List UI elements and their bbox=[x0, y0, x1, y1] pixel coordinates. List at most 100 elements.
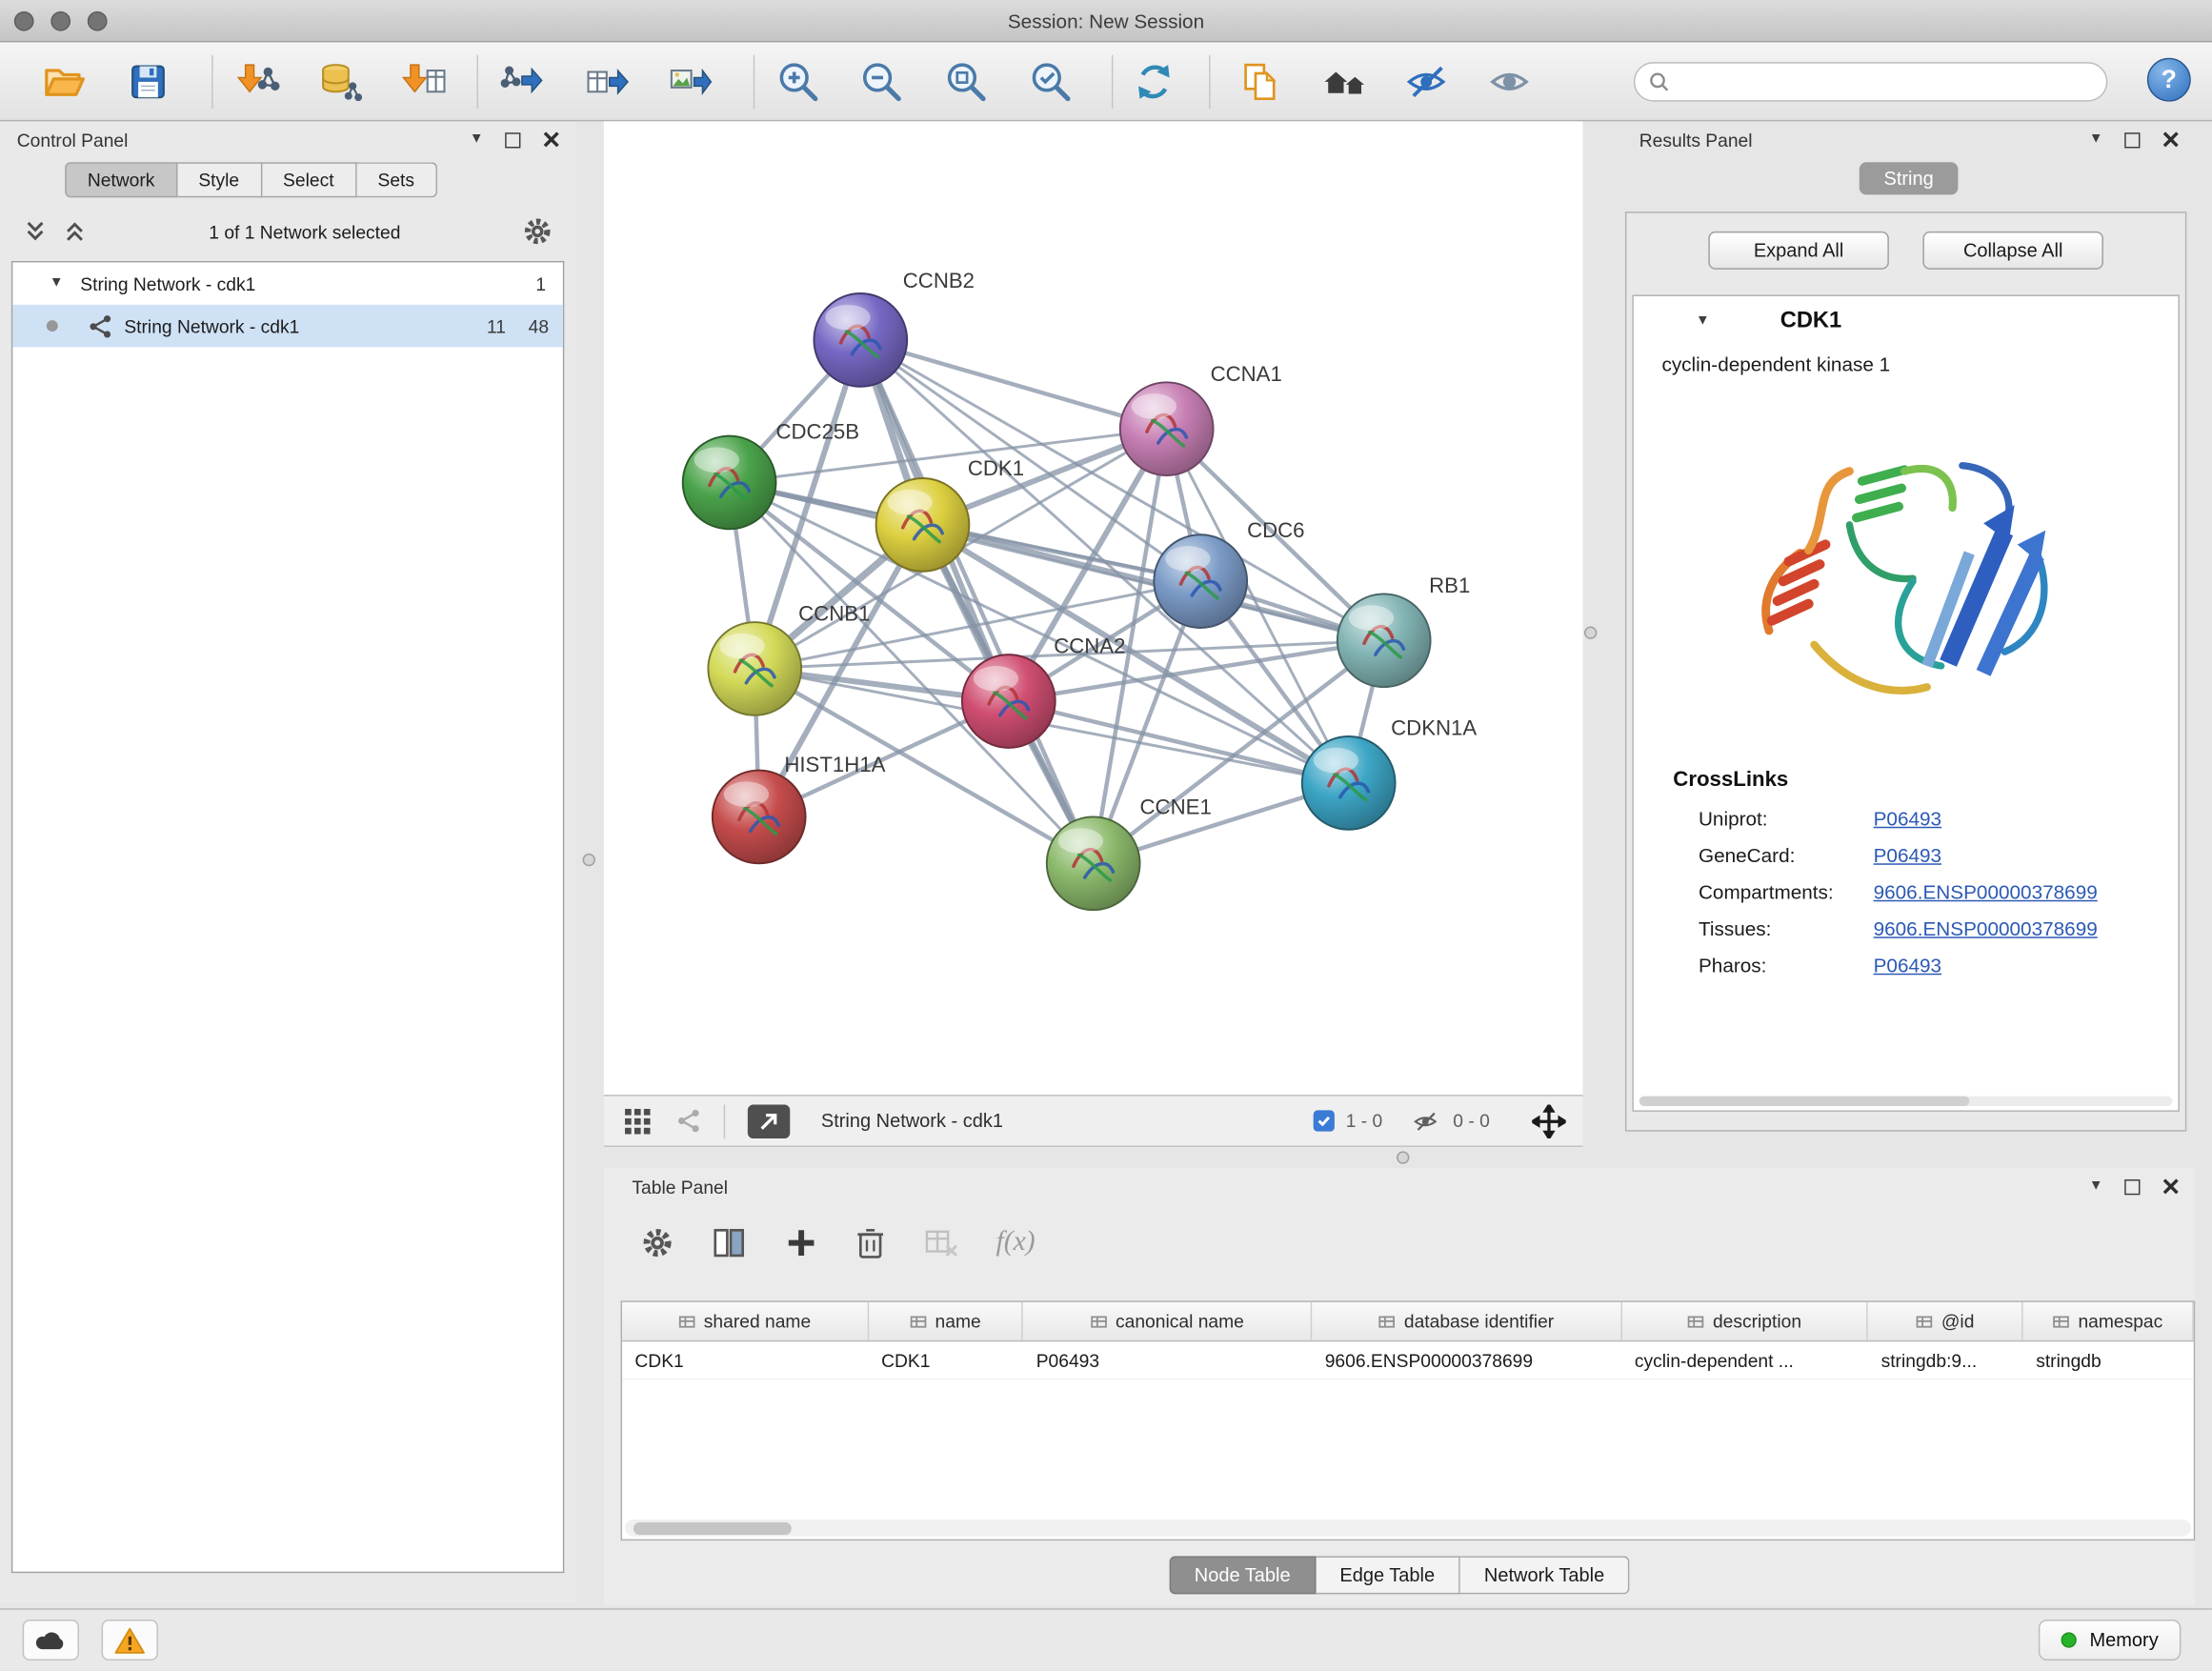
column-header-database-identifier[interactable]: database identifier bbox=[1312, 1302, 1621, 1340]
table-cell[interactable]: 9606.ENSP00000378699 bbox=[1312, 1349, 1621, 1370]
import-network-from-database-button[interactable] bbox=[312, 55, 365, 109]
zoom-fit-button[interactable] bbox=[939, 55, 993, 109]
warnings-button[interactable] bbox=[102, 1620, 158, 1661]
minimize-window-button[interactable] bbox=[50, 11, 70, 31]
selected-checkbox-icon[interactable] bbox=[1314, 1110, 1335, 1131]
scrollbar-thumb[interactable] bbox=[633, 1521, 792, 1534]
column-header--id[interactable]: @id bbox=[1868, 1302, 2023, 1340]
float-panel-icon[interactable] bbox=[2124, 131, 2140, 147]
delete-column-icon[interactable] bbox=[855, 1225, 886, 1259]
import-network-from-file-button[interactable] bbox=[230, 55, 283, 109]
tab-select[interactable]: Select bbox=[262, 162, 356, 197]
zoom-in-button[interactable] bbox=[772, 55, 825, 109]
cloud-button[interactable] bbox=[23, 1620, 79, 1661]
memory-button[interactable]: Memory bbox=[2039, 1620, 2181, 1661]
network-node-CDC6[interactable] bbox=[1154, 534, 1247, 628]
bottom-splitter-handle[interactable] bbox=[1397, 1151, 1409, 1163]
share-icon[interactable] bbox=[677, 1109, 701, 1133]
show-details-button[interactable] bbox=[1484, 55, 1538, 109]
crosslink-value-link[interactable]: 9606.ENSP00000378699 bbox=[1874, 917, 2098, 940]
grid-icon[interactable] bbox=[624, 1107, 653, 1136]
network-node-CDC25B[interactable] bbox=[683, 436, 776, 530]
table-cell[interactable]: cyclin-dependent ... bbox=[1622, 1349, 1869, 1370]
export-network-button[interactable] bbox=[495, 55, 549, 109]
expand-all-icon[interactable] bbox=[62, 219, 88, 245]
results-horizontal-scrollbar[interactable] bbox=[1639, 1097, 2173, 1106]
expand-all-button[interactable]: Expand All bbox=[1708, 232, 1889, 270]
select-columns-icon[interactable] bbox=[711, 1225, 748, 1259]
scrollbar-thumb[interactable] bbox=[1639, 1097, 1970, 1106]
open-session-button[interactable] bbox=[37, 55, 90, 109]
network-node-HIST1H1A[interactable] bbox=[713, 771, 806, 864]
table-row[interactable]: CDK1CDK1P064939606.ENSP00000378699cyclin… bbox=[622, 1341, 2194, 1379]
left-splitter-handle[interactable] bbox=[583, 854, 595, 866]
help-button[interactable]: ? bbox=[2147, 58, 2191, 102]
home-button[interactable] bbox=[1317, 55, 1371, 109]
table-cell[interactable]: stringdb bbox=[2023, 1349, 2194, 1370]
delete-table-icon[interactable] bbox=[922, 1225, 959, 1259]
tree-expand-icon[interactable]: ▼ bbox=[50, 276, 64, 291]
crosslink-value-link[interactable]: 9606.ENSP00000378699 bbox=[1874, 880, 2098, 903]
tab-string[interactable]: String bbox=[1860, 162, 1958, 194]
close-window-button[interactable] bbox=[14, 11, 34, 31]
tab-node-table[interactable]: Node Table bbox=[1169, 1556, 1316, 1594]
export-table-button[interactable] bbox=[580, 55, 633, 109]
network-row-selected[interactable]: String Network - cdk1 11 48 bbox=[12, 305, 563, 347]
save-session-button[interactable] bbox=[121, 55, 174, 109]
crosslink-value-link[interactable]: P06493 bbox=[1874, 954, 1941, 976]
float-panel-icon[interactable] bbox=[2124, 1178, 2140, 1194]
network-node-CCNA2[interactable] bbox=[962, 654, 1056, 748]
zoom-window-button[interactable] bbox=[88, 11, 108, 31]
tab-network[interactable]: Network bbox=[65, 162, 177, 197]
zoom-selected-button[interactable] bbox=[1024, 55, 1077, 109]
panel-menu-icon[interactable]: ▼ bbox=[2089, 132, 2103, 147]
network-collection-row[interactable]: ▼ String Network - cdk1 1 bbox=[12, 262, 563, 304]
float-panel-icon[interactable] bbox=[505, 131, 520, 147]
hidden-eye-slash-icon[interactable] bbox=[1411, 1107, 1442, 1136]
clone-network-button[interactable] bbox=[1233, 55, 1286, 109]
table-cell[interactable]: stringdb:9... bbox=[1868, 1349, 2023, 1370]
column-header-namespac[interactable]: namespac bbox=[2023, 1302, 2194, 1340]
table-cell[interactable]: CDK1 bbox=[869, 1349, 1024, 1370]
close-panel-icon[interactable]: ✕ bbox=[541, 128, 561, 151]
network-canvas[interactable]: CCNB2CCNA1CDC25BCDK1CDC6RB1CCNB1CCNA2CDK… bbox=[604, 121, 1583, 1095]
refresh-view-button[interactable] bbox=[1127, 55, 1180, 109]
tab-network-table[interactable]: Network Table bbox=[1460, 1556, 1630, 1594]
column-header-canonical-name[interactable]: canonical name bbox=[1023, 1302, 1312, 1340]
close-panel-icon[interactable]: ✕ bbox=[2161, 128, 2181, 151]
column-header-name[interactable]: name bbox=[869, 1302, 1024, 1340]
export-view-button[interactable] bbox=[748, 1104, 790, 1138]
network-node-CCNA1[interactable] bbox=[1120, 382, 1214, 475]
panel-menu-icon[interactable]: ▼ bbox=[470, 132, 484, 147]
right-splitter-handle[interactable] bbox=[1584, 627, 1597, 639]
column-header-shared-name[interactable]: shared name bbox=[622, 1302, 869, 1340]
gear-icon[interactable] bbox=[640, 1225, 674, 1259]
network-edge[interactable] bbox=[860, 340, 1166, 429]
collapse-all-icon[interactable] bbox=[23, 219, 49, 245]
export-image-button[interactable] bbox=[663, 55, 716, 109]
network-node-CDK1[interactable] bbox=[876, 478, 970, 572]
panel-menu-icon[interactable]: ▼ bbox=[2089, 1179, 2103, 1194]
gear-icon[interactable] bbox=[522, 216, 553, 248]
network-node-CCNB2[interactable] bbox=[814, 293, 907, 387]
network-node-CDKN1A[interactable] bbox=[1302, 736, 1396, 830]
network-node-CCNB1[interactable] bbox=[708, 622, 801, 715]
crosslink-value-link[interactable]: P06493 bbox=[1874, 807, 1941, 830]
tab-style[interactable]: Style bbox=[177, 162, 262, 197]
add-column-icon[interactable] bbox=[784, 1225, 818, 1259]
crosshair-icon[interactable] bbox=[1532, 1104, 1566, 1138]
tab-edge-table[interactable]: Edge Table bbox=[1316, 1556, 1460, 1594]
import-table-from-file-button[interactable] bbox=[396, 55, 450, 109]
table-cell[interactable]: CDK1 bbox=[622, 1349, 869, 1370]
close-panel-icon[interactable]: ✕ bbox=[2161, 1175, 2181, 1198]
search-input[interactable] bbox=[1678, 67, 2106, 98]
crosslink-value-link[interactable]: P06493 bbox=[1874, 844, 1941, 867]
zoom-out-button[interactable] bbox=[855, 55, 908, 109]
table-horizontal-scrollbar[interactable] bbox=[625, 1520, 2191, 1537]
column-header-description[interactable]: description bbox=[1622, 1302, 1869, 1340]
collapse-section-icon[interactable]: ▼ bbox=[1696, 314, 1710, 329]
collapse-all-button[interactable]: Collapse All bbox=[1922, 232, 2103, 270]
network-node-CCNE1[interactable] bbox=[1047, 816, 1140, 910]
table-cell[interactable]: P06493 bbox=[1023, 1349, 1312, 1370]
hide-details-button[interactable] bbox=[1400, 55, 1454, 109]
